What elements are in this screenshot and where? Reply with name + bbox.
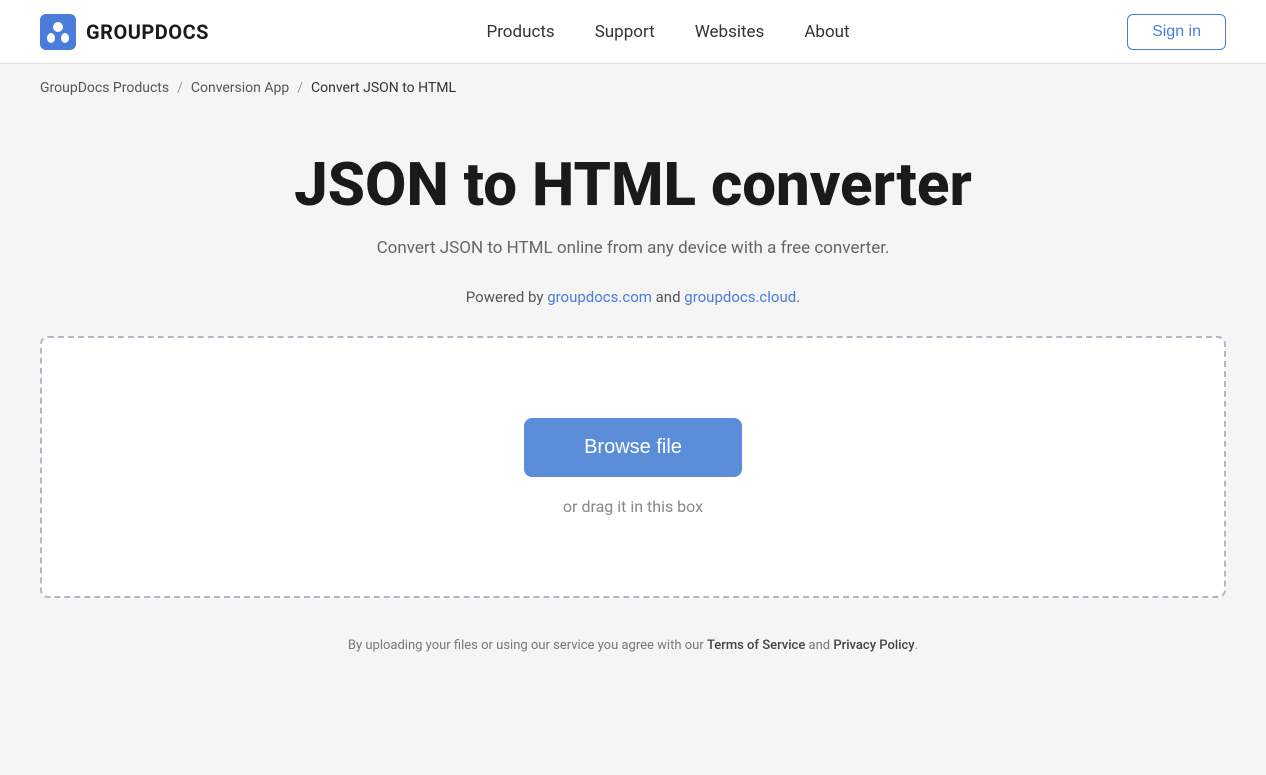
footer-note-middle: and <box>805 638 833 653</box>
breadcrumb-conversion-app[interactable]: Conversion App <box>191 80 289 96</box>
nav-websites[interactable]: Websites <box>695 22 765 42</box>
powered-by-link2[interactable]: groupdocs.cloud <box>684 288 796 306</box>
privacy-link[interactable]: Privacy Policy <box>833 638 914 653</box>
powered-by-prefix: Powered by <box>466 288 547 306</box>
tos-link[interactable]: Terms of Service <box>707 638 805 653</box>
main-content: JSON to HTML converter Convert JSON to H… <box>0 112 1266 713</box>
nav-products[interactable]: Products <box>486 22 554 42</box>
logo[interactable]: GROUPDOCS <box>40 14 209 50</box>
nav-support[interactable]: Support <box>595 22 655 42</box>
main-nav: Products Support Websites About <box>486 22 849 42</box>
browse-file-button[interactable]: Browse file <box>524 418 742 477</box>
drag-text: or drag it in this box <box>563 497 703 516</box>
footer-note: By uploading your files or using our ser… <box>348 638 918 653</box>
powered-by-suffix: . <box>796 288 800 306</box>
groupdocs-logo-icon <box>40 14 76 50</box>
breadcrumb: GroupDocs Products / Conversion App / Co… <box>0 64 1266 112</box>
powered-by-text: Powered by groupdocs.com and groupdocs.c… <box>466 288 800 306</box>
breadcrumb-separator-1: / <box>177 80 183 96</box>
powered-by-link1[interactable]: groupdocs.com <box>547 288 652 306</box>
breadcrumb-groupdocs-products[interactable]: GroupDocs Products <box>40 80 169 96</box>
page-title: JSON to HTML converter <box>294 152 972 218</box>
breadcrumb-current: Convert JSON to HTML <box>311 80 456 96</box>
breadcrumb-separator-2: / <box>297 80 303 96</box>
upload-dropzone[interactable]: Browse file or drag it in this box <box>40 336 1226 598</box>
page-subtitle: Convert JSON to HTML online from any dev… <box>377 238 890 258</box>
nav-about[interactable]: About <box>804 22 849 42</box>
footer-note-prefix: By uploading your files or using our ser… <box>348 638 707 653</box>
signin-button[interactable]: Sign in <box>1127 14 1226 50</box>
powered-by-middle: and <box>652 288 684 306</box>
logo-text: GROUPDOCS <box>86 20 209 44</box>
footer-note-suffix: . <box>915 638 918 653</box>
